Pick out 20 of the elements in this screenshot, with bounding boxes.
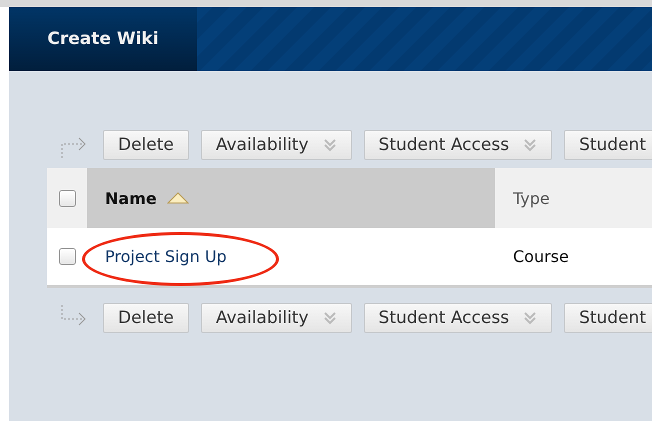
menu-button[interactable]: Availability bbox=[200, 303, 352, 333]
double-chevron-icon bbox=[322, 138, 337, 152]
double-chevron-icon bbox=[523, 138, 538, 152]
page-title: Create Wiki bbox=[9, 7, 197, 71]
action-button[interactable]: Delete bbox=[103, 130, 189, 160]
menu-button[interactable]: Student Access bbox=[364, 130, 552, 160]
menu-button[interactable]: Availability bbox=[200, 130, 352, 160]
menu-button[interactable]: Student Access bbox=[364, 303, 552, 333]
sort-ascending-icon bbox=[166, 192, 189, 204]
wiki-link[interactable]: Project Sign Up bbox=[105, 247, 227, 266]
checkbox[interactable] bbox=[58, 190, 76, 206]
column-header[interactable]: Type bbox=[495, 168, 652, 228]
column-header[interactable]: Name bbox=[87, 168, 495, 228]
checkbox[interactable] bbox=[58, 248, 76, 265]
double-chevron-icon bbox=[523, 311, 538, 325]
table-cell: Course bbox=[513, 247, 569, 266]
action-button[interactable]: Student bbox=[564, 303, 652, 333]
action-button[interactable]: Student bbox=[564, 130, 652, 160]
double-chevron-icon bbox=[322, 311, 337, 325]
action-button[interactable]: Delete bbox=[103, 303, 189, 333]
